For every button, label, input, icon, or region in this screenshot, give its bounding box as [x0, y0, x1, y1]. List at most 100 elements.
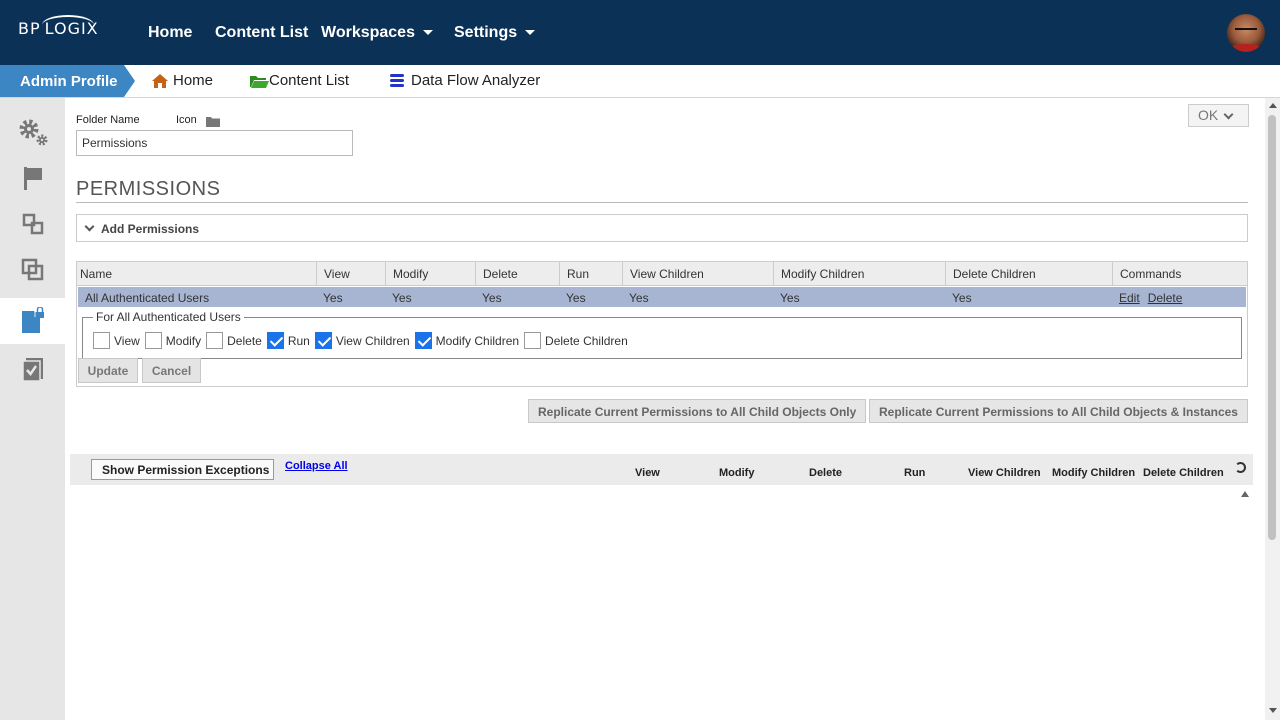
exc-col-view-children: View Children — [968, 467, 1041, 479]
chevron-down-icon — [1223, 109, 1234, 120]
update-button[interactable]: Update — [78, 358, 138, 383]
row-view-children: Yes — [629, 291, 649, 305]
exc-col-modify: Modify — [719, 467, 755, 479]
gears-icon — [19, 119, 47, 146]
refresh-icon[interactable] — [1235, 462, 1246, 473]
admin-profile-tab[interactable]: Admin Profile — [0, 65, 135, 97]
replicate-child-instances-button[interactable]: Replicate Current Permissions to All Chi… — [869, 399, 1248, 423]
folder-icon[interactable] — [206, 116, 220, 127]
subnav-content-list[interactable]: Content List — [249, 72, 349, 89]
chevron-down-icon — [422, 30, 433, 36]
checkbox-box[interactable] — [524, 332, 542, 349]
scrollbar-thumb[interactable] — [1268, 115, 1276, 540]
col-modify: Modify — [385, 262, 475, 285]
sidebar-stacked-items[interactable] — [0, 247, 65, 293]
cancel-button[interactable]: Cancel — [142, 358, 201, 383]
house-icon — [152, 73, 168, 88]
col-delete: Delete — [475, 262, 559, 285]
checkbox-view-children[interactable]: View Children — [314, 332, 410, 349]
subnav-data-flow-analyzer[interactable]: Data Flow Analyzer — [388, 72, 540, 89]
row-view: Yes — [323, 291, 343, 305]
top-navbar: BP LOGIX Home Content List Workspaces Set… — [0, 0, 1280, 65]
nav-content-list[interactable]: Content List — [215, 24, 308, 42]
exc-col-delete-children: Delete Children — [1143, 467, 1224, 479]
page-scrollbar[interactable] — [1265, 98, 1280, 720]
ok-button[interactable]: OK — [1188, 104, 1249, 127]
col-view-children: View Children — [622, 262, 773, 285]
exc-col-view: View — [635, 467, 660, 479]
stacked-squares-icon — [21, 258, 43, 281]
row-commands: Edit Delete — [1112, 287, 1190, 307]
add-permissions-toggle[interactable]: Add Permissions — [76, 214, 1248, 242]
checkbox-box[interactable] — [206, 332, 224, 349]
nav-home[interactable]: Home — [148, 24, 192, 42]
exc-col-run: Run — [904, 467, 926, 479]
sidebar-flag[interactable] — [0, 155, 65, 201]
permission-exceptions-bar: Show Permission Exceptions Collapse All … — [70, 454, 1253, 485]
replicate-child-objects-button[interactable]: Replicate Current Permissions to All Chi… — [528, 399, 866, 423]
checkbox-view[interactable]: View — [93, 332, 140, 349]
folder-name-input[interactable] — [76, 130, 353, 156]
col-commands: Commands — [1112, 262, 1247, 285]
col-run: Run — [559, 262, 622, 285]
col-modify-children: Modify Children — [773, 262, 945, 285]
checkbox-box[interactable] — [144, 332, 162, 349]
divider — [76, 202, 1248, 203]
checkbox-box[interactable] — [93, 332, 110, 349]
flag-icon — [23, 167, 42, 190]
nav-settings[interactable]: Settings — [454, 24, 536, 42]
scroll-down-arrow-icon[interactable] — [1269, 708, 1277, 713]
row-name: All Authenticated Users — [85, 291, 210, 305]
table-row[interactable]: All Authenticated Users Yes Yes Yes Yes … — [78, 287, 1246, 307]
col-delete-children: Delete Children — [945, 262, 1112, 285]
checkmark-icon[interactable] — [314, 332, 332, 349]
sidebar-linked-items[interactable] — [0, 201, 65, 247]
permission-checkboxes: View Modify Delete Run View Children Mod… — [93, 332, 633, 349]
sub-navbar: Admin Profile Home Content List Data Flo… — [0, 65, 1280, 98]
main-content: Folder Name Icon OK PERMISSIONS Add Perm… — [65, 98, 1265, 720]
grid-header: Name View Modify Delete Run View Childre… — [77, 262, 1247, 286]
row-delete: Yes — [482, 291, 502, 305]
linked-squares-icon — [22, 213, 43, 235]
row-run: Yes — [566, 291, 586, 305]
delete-link[interactable]: Delete — [1148, 291, 1183, 305]
sidebar-settings[interactable] — [0, 109, 65, 155]
checkmark-icon[interactable] — [266, 332, 284, 349]
user-avatar[interactable] — [1227, 14, 1265, 52]
chevron-down-icon — [84, 221, 95, 232]
exc-col-modify-children: Modify Children — [1052, 467, 1136, 479]
database-icon — [390, 73, 404, 87]
permissions-grid: Name View Modify Delete Run View Childre… — [76, 261, 1248, 387]
permission-editor: For All Authenticated Users View Modify … — [82, 310, 1242, 359]
checkbox-delete-children[interactable]: Delete Children — [524, 332, 628, 349]
col-view: View — [316, 262, 385, 285]
icon-label: Icon — [176, 114, 197, 126]
checkbox-modify-children[interactable]: Modify Children — [414, 332, 519, 349]
exc-col-delete: Delete — [809, 467, 843, 479]
checkbox-run[interactable]: Run — [266, 332, 310, 349]
checkmark-icon[interactable] — [414, 332, 432, 349]
folder-open-icon — [250, 75, 269, 88]
collapse-all-link[interactable]: Collapse All — [285, 460, 348, 472]
show-permission-exceptions-button[interactable]: Show Permission Exceptions — [91, 459, 274, 480]
left-sidebar — [0, 98, 65, 720]
checklist-icon — [21, 358, 43, 382]
scroll-up-icon[interactable] — [1241, 491, 1249, 497]
sidebar-checklist[interactable] — [0, 346, 65, 392]
editor-legend: For All Authenticated Users — [93, 310, 244, 324]
edit-link[interactable]: Edit — [1119, 291, 1140, 305]
col-name: Name — [80, 267, 113, 281]
nav-workspaces[interactable]: Workspaces — [321, 24, 433, 42]
row-modify-children: Yes — [780, 291, 800, 305]
chevron-down-icon — [525, 30, 536, 36]
sidebar-permissions[interactable] — [0, 298, 65, 344]
scroll-up-arrow-icon[interactable] — [1269, 103, 1277, 108]
row-delete-children: Yes — [952, 291, 972, 305]
bplogix-logo[interactable]: BP LOGIX — [18, 15, 99, 38]
folder-name-label: Folder Name — [76, 114, 140, 126]
permissions-doc-icon — [21, 307, 44, 333]
checkbox-modify[interactable]: Modify — [144, 332, 201, 349]
checkbox-delete[interactable]: Delete — [206, 332, 262, 349]
page-title: PERMISSIONS — [76, 178, 221, 200]
subnav-home[interactable]: Home — [151, 72, 213, 89]
